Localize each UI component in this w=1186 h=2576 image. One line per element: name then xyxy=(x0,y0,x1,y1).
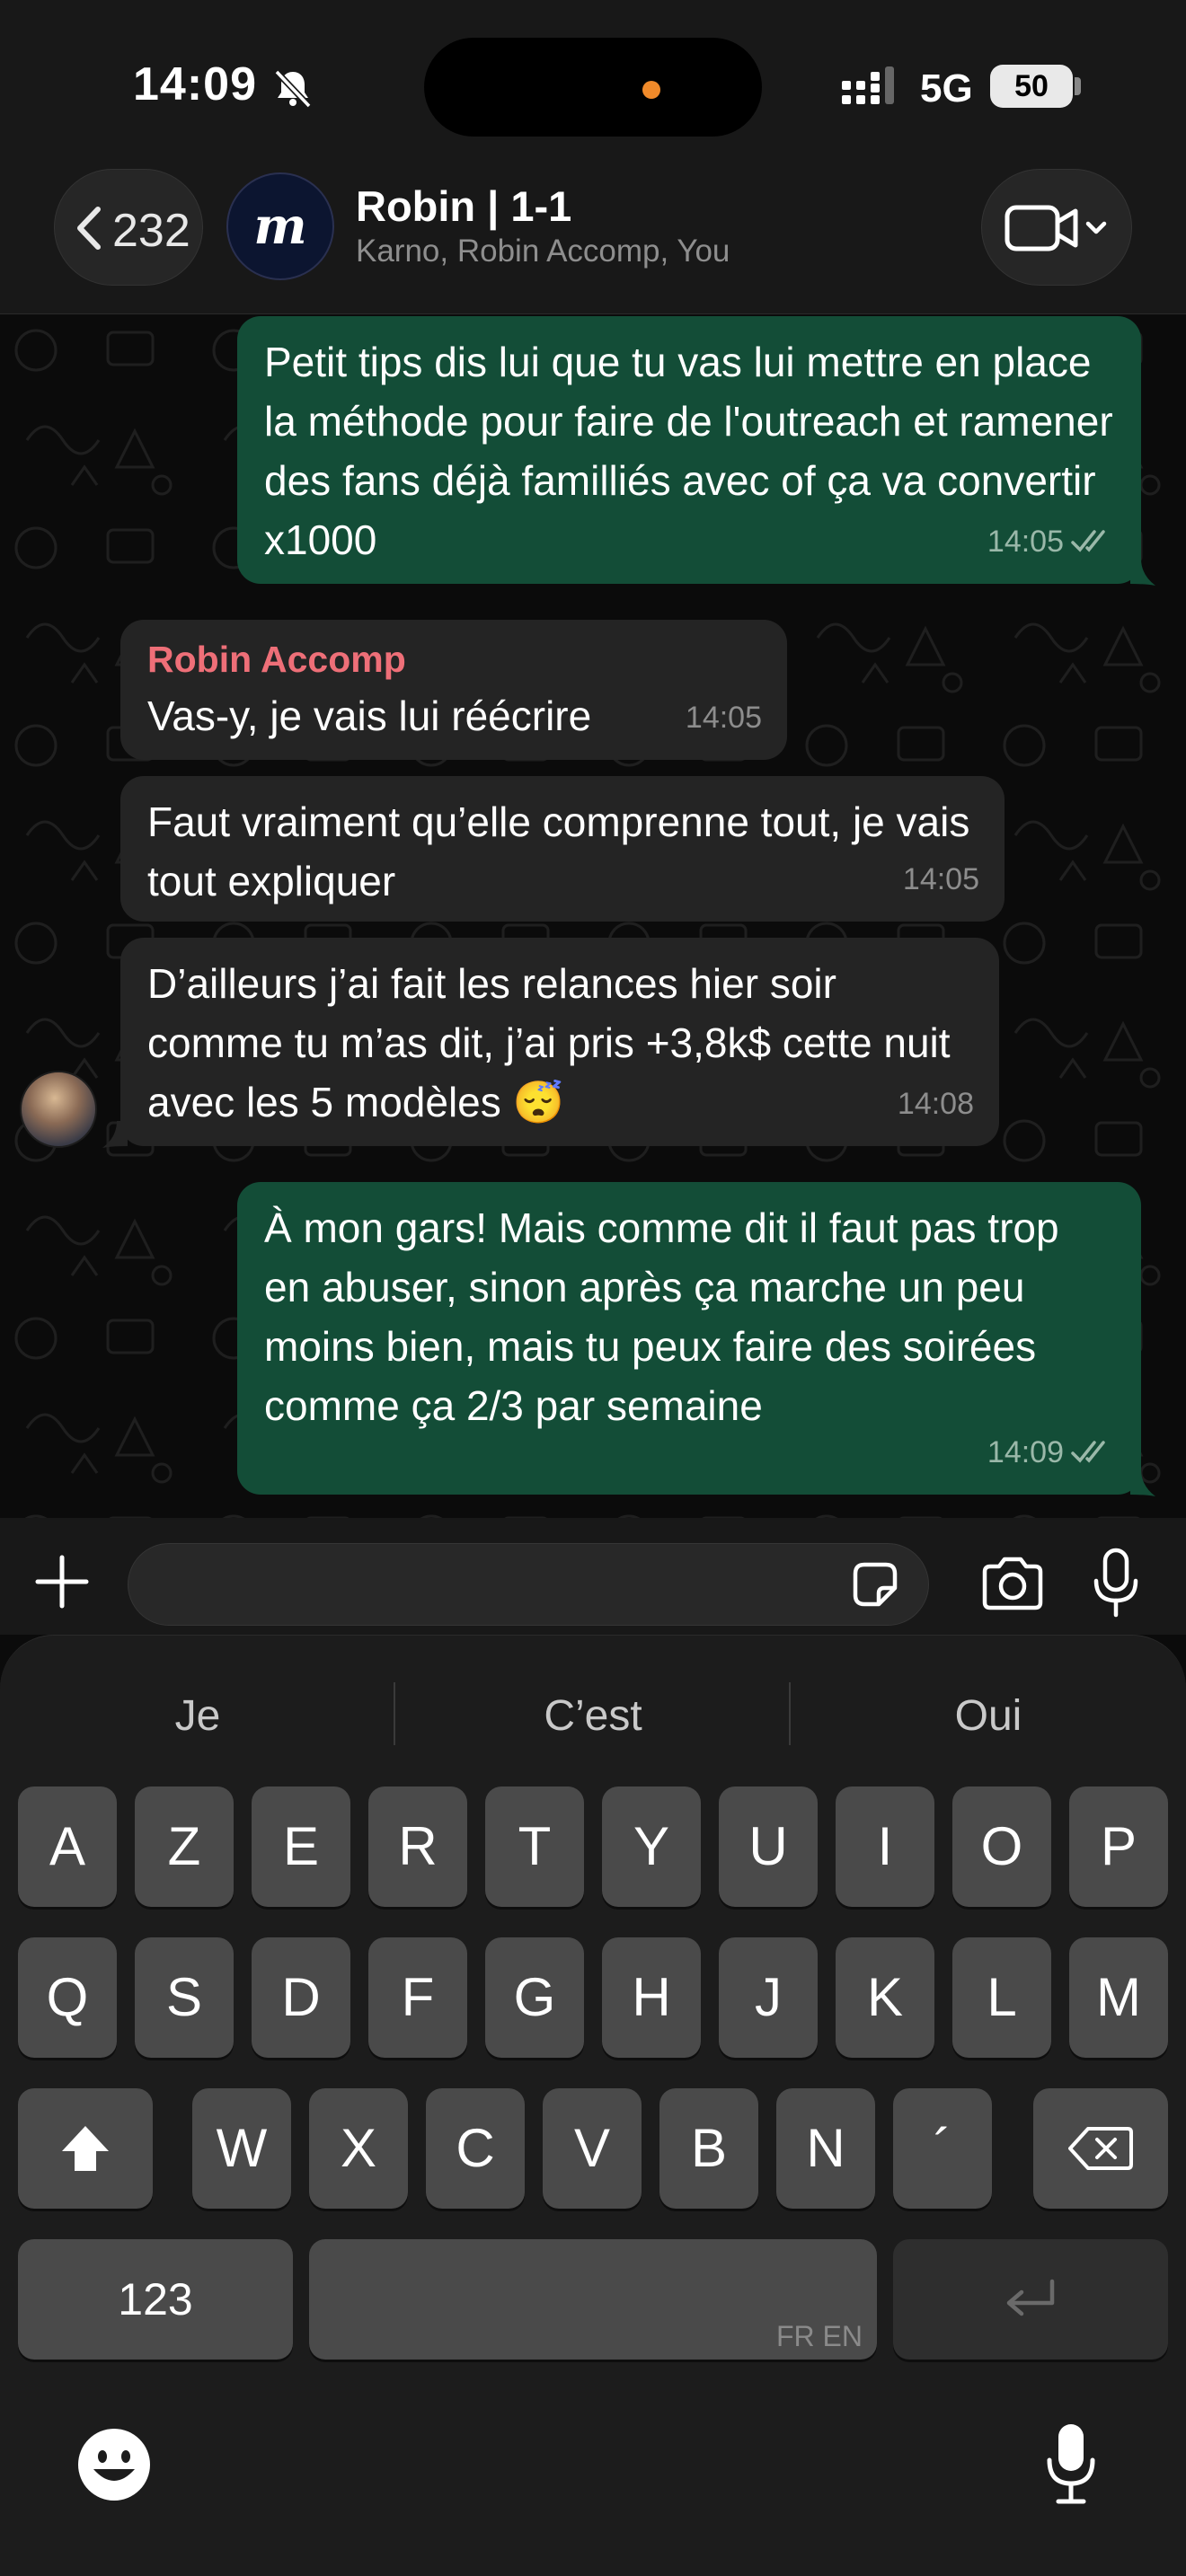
message-meta: 14:05 xyxy=(903,850,979,909)
chat-members[interactable]: Karno, Robin Accomp, You xyxy=(356,234,730,269)
dynamic-island xyxy=(424,38,762,137)
key[interactable]: Q xyxy=(18,1937,117,2058)
suggestion-item[interactable]: C’est xyxy=(395,1672,791,1761)
key[interactable]: V xyxy=(543,2088,642,2209)
key[interactable]: A xyxy=(18,1786,117,1907)
chat-header: 232 m Robin | 1-1 Karno, Robin Accomp, Y… xyxy=(0,153,1186,314)
message-text: Faut vraiment qu’elle comprenne tout, je… xyxy=(147,798,970,904)
key[interactable]: L xyxy=(952,1937,1051,2058)
sender-avatar[interactable] xyxy=(20,1071,97,1148)
sender-name[interactable]: Robin Accomp xyxy=(147,636,760,683)
suggestion-item[interactable]: Oui xyxy=(791,1672,1186,1761)
message-list[interactable]: Petit tips dis lui que tu vas lui mettre… xyxy=(0,314,1186,1518)
bell-slash-icon xyxy=(274,69,312,109)
message-time: 14:05 xyxy=(685,701,762,735)
accent-key[interactable]: ´ xyxy=(893,2088,992,2209)
message-meta: 14:08 xyxy=(898,1074,974,1134)
key[interactable]: W xyxy=(192,2088,291,2209)
status-bar: 14:09 5G 50 xyxy=(0,0,1186,171)
shift-key[interactable] xyxy=(18,2088,153,2209)
emoji-icon[interactable] xyxy=(75,2426,153,2503)
key[interactable]: H xyxy=(602,1937,701,2058)
plus-icon[interactable] xyxy=(34,1554,90,1610)
key[interactable]: U xyxy=(719,1786,818,1907)
dictation-microphone-icon[interactable] xyxy=(1046,2422,1096,2505)
return-icon xyxy=(1006,2279,1055,2316)
key[interactable]: O xyxy=(952,1786,1051,1907)
battery-level: 50 xyxy=(990,65,1073,108)
key[interactable]: E xyxy=(252,1786,350,1907)
message-bubble-outgoing[interactable]: À mon gars! Mais comme dit il faut pas t… xyxy=(237,1182,1141,1495)
numbers-key[interactable]: 123 xyxy=(18,2239,293,2360)
message-bubble-incoming[interactable]: D’ailleurs j’ai fait les relances hier s… xyxy=(120,938,999,1146)
bubble-tail xyxy=(102,1121,128,1148)
message-bubble-incoming[interactable]: Robin Accomp Vas-y, je vais lui réécrire… xyxy=(120,620,787,760)
double-check-icon xyxy=(1071,1441,1105,1463)
status-time: 14:09 xyxy=(133,58,257,110)
message-bubble-incoming[interactable]: Faut vraiment qu’elle comprenne tout, je… xyxy=(120,776,1005,922)
suggestion-item[interactable]: Je xyxy=(0,1672,395,1761)
chat-title[interactable]: Robin | 1-1 xyxy=(356,181,571,231)
sticker-icon[interactable] xyxy=(848,1557,902,1611)
microphone-icon[interactable] xyxy=(1091,1547,1141,1619)
key[interactable]: B xyxy=(659,2088,758,2209)
key[interactable]: G xyxy=(485,1937,584,2058)
key[interactable]: X xyxy=(309,2088,408,2209)
language-indicator: FR EN xyxy=(776,2320,863,2352)
key[interactable]: R xyxy=(368,1786,467,1907)
key[interactable]: M xyxy=(1069,1937,1168,2058)
key[interactable]: S xyxy=(135,1937,234,2058)
key[interactable]: P xyxy=(1069,1786,1168,1907)
space-key[interactable]: FR EN xyxy=(309,2239,877,2360)
backspace-icon xyxy=(1068,2127,1133,2170)
privacy-indicator xyxy=(642,81,660,99)
shift-icon xyxy=(62,2126,109,2171)
group-avatar[interactable]: m xyxy=(226,172,334,280)
message-text: D’ailleurs j’ai fait les relances hier s… xyxy=(147,960,951,1125)
key[interactable]: I xyxy=(836,1786,934,1907)
message-input[interactable] xyxy=(128,1543,929,1626)
back-button[interactable]: 232 xyxy=(54,169,203,286)
key[interactable]: Z xyxy=(135,1786,234,1907)
battery-tip xyxy=(1075,77,1081,95)
bubble-tail xyxy=(1130,559,1155,586)
key[interactable]: D xyxy=(252,1937,350,2058)
suggestion-bar: Je C’est Oui xyxy=(0,1672,1186,1761)
message-time: 14:05 xyxy=(987,525,1064,559)
message-meta: 14:05 xyxy=(686,688,762,747)
double-check-icon xyxy=(1071,530,1105,552)
key[interactable]: F xyxy=(368,1937,467,2058)
message-text: Vas-y, je vais lui réécrire xyxy=(147,693,592,739)
message-meta: 14:09 xyxy=(987,1423,1116,1482)
keyboard: Je C’est Oui A Z E R T Y U I O P Q S D F… xyxy=(0,1635,1186,2576)
message-time: 14:09 xyxy=(987,1435,1064,1469)
composer-bar xyxy=(0,1518,1186,1635)
network-type: 5G xyxy=(920,66,973,110)
key[interactable]: K xyxy=(836,1937,934,2058)
camera-icon[interactable] xyxy=(979,1552,1046,1615)
bubble-tail xyxy=(1130,1469,1155,1496)
key[interactable]: N xyxy=(776,2088,875,2209)
avatar-logo: m xyxy=(253,197,307,256)
message-meta: 14:05 xyxy=(987,512,1116,571)
key[interactable]: J xyxy=(719,1937,818,2058)
key[interactable]: T xyxy=(485,1786,584,1907)
key[interactable]: C xyxy=(426,2088,525,2209)
return-key[interactable] xyxy=(893,2239,1168,2360)
signal-icon xyxy=(842,66,894,104)
message-time: 14:05 xyxy=(902,862,979,896)
video-call-button[interactable] xyxy=(981,169,1132,286)
unread-count: 232 xyxy=(112,205,190,257)
message-text: À mon gars! Mais comme dit il faut pas t… xyxy=(264,1204,1059,1429)
key[interactable]: Y xyxy=(602,1786,701,1907)
message-time: 14:08 xyxy=(897,1087,974,1121)
chevron-left-icon xyxy=(77,207,101,250)
message-bubble-outgoing[interactable]: Petit tips dis lui que tu vas lui mettre… xyxy=(237,316,1141,584)
backspace-key[interactable] xyxy=(1033,2088,1168,2209)
video-camera-icon xyxy=(1005,205,1107,251)
